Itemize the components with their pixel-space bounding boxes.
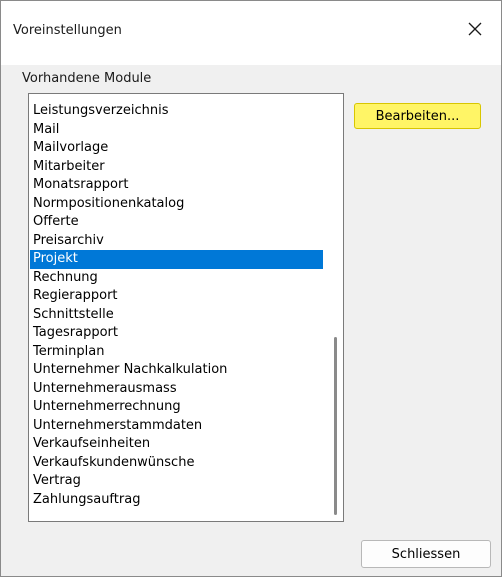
list-item[interactable]: Unternehmer Nachkalkulation	[30, 361, 323, 380]
list-item[interactable]: Terminplan	[30, 343, 323, 362]
modules-label: Vorhandene Module	[22, 71, 152, 86]
list-item[interactable]: Unternehmerstammdaten	[30, 417, 323, 436]
list-item[interactable]: Regierapport	[30, 287, 323, 306]
list-item[interactable]: Monatsrapport	[30, 176, 323, 195]
list-item[interactable]: Normpositionenkatalog	[30, 195, 323, 214]
list-item[interactable]: Verkaufskundenwünsche	[30, 454, 323, 473]
list-item[interactable]: Mitarbeiter	[30, 158, 323, 177]
list-item[interactable]: Verkaufseinheiten	[30, 435, 323, 454]
title-bar: Voreinstellungen	[1, 1, 501, 65]
list-item[interactable]: Tagesrapport	[30, 324, 323, 343]
list-item[interactable]: Zahlungsauftrag	[30, 491, 323, 510]
list-item[interactable]: Rechnung	[30, 269, 323, 288]
list-item[interactable]: Unternehmerrechnung	[30, 398, 323, 417]
scrollbar-thumb[interactable]	[334, 337, 337, 515]
list-item[interactable]: Mail	[30, 121, 323, 140]
modules-list: Leistungsverzeichnis Mail Mailvorlage Mitar…	[30, 102, 323, 509]
close-window-button[interactable]	[453, 9, 497, 49]
preferences-dialog: Voreinstellungen Vorhandene Module Leist…	[0, 0, 502, 577]
list-item[interactable]: Leistungsverzeichnis	[30, 102, 323, 121]
list-item[interactable]: Mailvorlage	[30, 139, 323, 158]
modules-listbox[interactable]: Leistungsverzeichnis Mail Mailvorlage Mitar…	[28, 93, 344, 522]
vertical-scrollbar[interactable]	[330, 95, 342, 520]
close-icon	[468, 22, 482, 36]
close-button[interactable]: Schliessen	[361, 540, 491, 568]
window-title: Voreinstellungen	[13, 23, 122, 38]
list-item[interactable]: Projekt	[30, 250, 323, 269]
list-item[interactable]: Offerte	[30, 213, 323, 232]
list-item[interactable]: Preisarchiv	[30, 232, 323, 251]
list-item[interactable]: Vertrag	[30, 472, 323, 491]
list-item[interactable]: Schnittstelle	[30, 306, 323, 325]
list-item[interactable]: Unternehmerausmass	[30, 380, 323, 399]
edit-button[interactable]: Bearbeiten...	[354, 103, 481, 129]
